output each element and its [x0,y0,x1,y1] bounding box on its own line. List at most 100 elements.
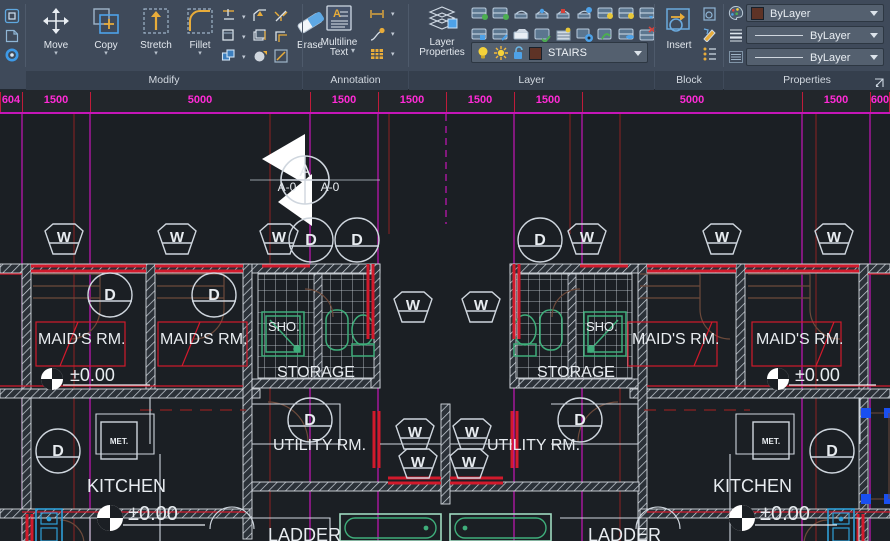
layer-walk-icon[interactable] [471,26,487,42]
stretch-dropdown-arrow[interactable]: ▾ [132,50,180,57]
multiline-text-icon: A [311,4,367,37]
copy-icon [82,6,130,39]
tag-d: D [35,428,81,474]
panel-layer: Layer Properties STAIRS Layer [409,0,656,90]
layer-properties-button[interactable]: Layer Properties [414,4,470,58]
tag-label: W [465,424,480,441]
edit-attribute-icon[interactable] [702,26,718,43]
elevation-label: ±0.00 [795,365,840,385]
layer-isolate-icon[interactable] [471,5,488,21]
unlock-icon[interactable] [511,45,527,61]
panel-block: Insert Block [655,0,723,90]
freeze-sun-icon[interactable] [493,45,509,61]
dimension-dropdown-arrow[interactable]: ▾ [391,11,395,18]
svg-text:A: A [333,8,341,20]
linetype-arrow[interactable] [870,55,878,60]
room-label: KITCHEN [713,476,792,496]
tag-label: W [827,229,842,246]
layer-state-icon[interactable] [555,26,571,42]
tag-label: W [715,229,730,246]
chamfer-icon[interactable] [252,8,268,24]
tag-d: D [517,217,563,263]
drawing-canvas[interactable]: A A-0 A-0 MET. MET. W W W W W W W W W W … [0,114,890,541]
tag-label: W [474,297,489,314]
table-icon[interactable] [369,46,385,62]
break-dropdown-arrow[interactable]: ▾ [242,34,246,41]
scale-icon[interactable] [273,48,289,64]
dimension-icon[interactable] [369,6,385,22]
fixture-label: SHO. [268,319,300,334]
layer-turn-off-icon[interactable] [555,5,571,21]
explode-icon[interactable] [273,8,289,24]
copy-button[interactable]: Copy ▾ [82,6,130,57]
insert-button[interactable]: Insert [657,6,701,51]
linetype-combo[interactable]: ByLayer [746,48,884,66]
mirror-dropdown-arrow[interactable]: ▾ [242,54,246,61]
tag-w: W [461,291,501,323]
layer-change-icon[interactable] [513,26,529,42]
tag-label: W [462,454,477,471]
layer-unlock-icon[interactable] [597,5,613,21]
leader-icon[interactable] [369,26,385,42]
linetype-icon[interactable] [728,49,744,65]
layer-remove-icon[interactable] [639,26,656,42]
layer-combo-arrow[interactable] [634,50,642,56]
layer-settings-icon[interactable] [576,26,593,42]
layer-merge-icon[interactable] [492,26,508,42]
ruler-segment-label: 1500 [399,94,425,106]
multiline-text-dropdown-arrow[interactable]: ▾ [351,46,355,55]
object-color-arrow[interactable] [870,11,878,16]
move-button[interactable]: Move ▾ [32,6,80,57]
break-icon[interactable] [221,28,237,44]
copy-dropdown-arrow[interactable]: ▾ [82,50,130,57]
lineweight-arrow[interactable] [870,33,878,38]
lineweight-combo[interactable]: ByLayer [746,26,884,44]
room-label: MAID'S RM. [632,331,720,348]
mirror-icon[interactable] [221,48,237,64]
leader-dropdown-arrow[interactable]: ▾ [391,31,395,38]
layer-lock-icon[interactable] [576,5,592,21]
fillet-button[interactable]: Fillet ▾ [176,6,224,57]
lineweight-icon[interactable] [728,27,744,43]
fillet-icon [176,6,224,39]
trim-dropdown-arrow[interactable]: ▾ [242,14,246,21]
rotate-icon[interactable] [252,48,268,64]
ruler-segment-label: 1500 [467,94,493,106]
layer-current-icon[interactable] [534,26,551,44]
tag-label: W [408,424,423,441]
object-color-combo[interactable]: ByLayer [746,4,884,22]
layer-delete-icon[interactable] [618,26,634,42]
offset-icon[interactable] [273,28,289,44]
fillet-dropdown-arrow[interactable]: ▾ [176,50,224,57]
circle-icon[interactable] [4,47,20,63]
lightbulb-icon[interactable] [475,45,491,61]
stretch-button[interactable]: Stretch ▾ [132,6,180,57]
table-dropdown-arrow[interactable]: ▾ [391,51,395,58]
viewport-icon[interactable] [4,8,20,24]
tag-w: W [702,223,742,255]
trim-icon[interactable] [221,8,237,24]
layer-off-icon[interactable] [534,5,550,21]
tag-w: W [814,223,854,255]
array-icon[interactable] [252,28,268,44]
layer-unisolate-icon[interactable] [492,5,509,21]
tag-w: W [44,223,84,255]
room-label: LADDER [588,525,661,541]
layout-icon[interactable] [4,28,20,44]
properties-dialog-launcher[interactable] [874,76,885,87]
floor-plan-svg: A A-0 A-0 MET. MET. W W W W W W W W W W … [0,114,890,541]
tag-d: D [334,217,380,263]
ruler-segment-label: 5000 [187,94,213,106]
define-attributes-icon[interactable] [702,46,718,62]
layer-match-icon[interactable] [618,5,634,21]
room-label: STORAGE [537,364,615,381]
layer-transparency-icon[interactable] [597,26,613,42]
multiline-text-button[interactable]: A Multiline Text [311,4,367,58]
object-color-icon[interactable] [728,5,744,21]
layer-previous-icon[interactable] [639,5,655,21]
layer-freeze-icon[interactable] [513,5,529,21]
block-editor-icon[interactable] [702,6,718,22]
object-color-value: ByLayer [770,8,811,20]
layer-control-combo[interactable]: STAIRS [471,42,648,63]
move-dropdown-arrow[interactable]: ▾ [32,50,80,57]
